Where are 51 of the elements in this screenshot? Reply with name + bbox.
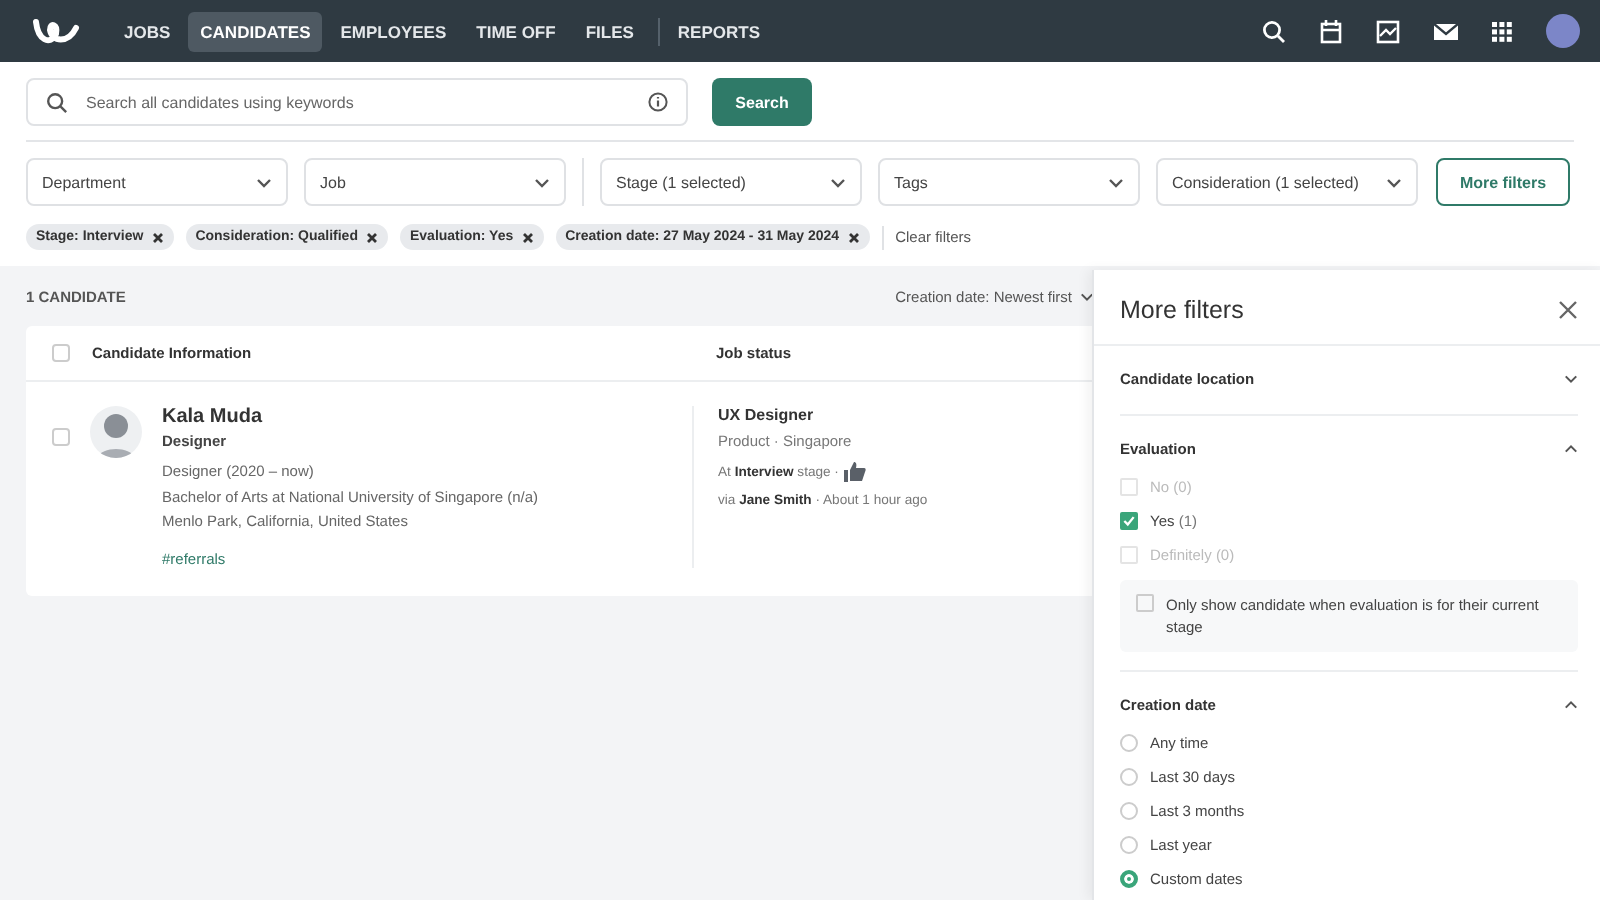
radio-button[interactable] — [1120, 734, 1138, 752]
close-icon[interactable] — [365, 231, 378, 243]
filter-dropdown[interactable]: Department — [26, 158, 288, 206]
filter-dropdown[interactable]: Job — [304, 158, 566, 206]
chart-icon[interactable] — [1376, 19, 1400, 43]
radio-button[interactable] — [1120, 802, 1138, 820]
close-icon[interactable] — [1558, 300, 1578, 320]
user-avatar[interactable] — [1546, 14, 1580, 48]
checkbox[interactable] — [1136, 594, 1154, 612]
nav-tab[interactable]: EMPLOYEES — [328, 11, 459, 51]
search-button[interactable]: Search — [712, 78, 812, 126]
close-icon[interactable] — [151, 231, 164, 243]
mail-icon[interactable] — [1434, 21, 1458, 41]
close-icon[interactable] — [521, 231, 534, 243]
chevron-down-icon — [1386, 177, 1402, 187]
avatar-silhouette-icon — [90, 406, 142, 458]
filter-dropdown[interactable]: Consideration (1 selected) — [1156, 158, 1418, 206]
chevron-down-icon — [830, 177, 846, 187]
chevron-down-icon — [256, 177, 272, 187]
calendar-icon[interactable] — [1320, 19, 1342, 43]
thumbs-up-icon — [844, 462, 867, 482]
nav-tab[interactable]: FILES — [573, 11, 646, 51]
nav-tab[interactable]: REPORTS — [665, 11, 773, 51]
radio-button[interactable] — [1120, 768, 1138, 786]
nav-tab[interactable]: JOBS — [112, 11, 183, 51]
filter-dropdown[interactable]: Tags — [878, 158, 1140, 206]
chevron-up-icon — [1564, 444, 1578, 454]
logo-icon[interactable] — [32, 15, 84, 47]
apps-grid-icon[interactable] — [1492, 21, 1512, 41]
search-field[interactable]: Search all candidates using keywords — [26, 78, 688, 126]
search-icon — [46, 92, 68, 114]
nav-tab[interactable]: CANDIDATES — [188, 11, 323, 51]
nav-tab[interactable]: TIME OFF — [464, 11, 568, 51]
info-icon[interactable] — [648, 92, 668, 112]
select-all-checkbox[interactable] — [52, 344, 70, 362]
row-checkbox[interactable] — [52, 428, 70, 446]
checkbox[interactable] — [1120, 512, 1138, 530]
filter-dropdown[interactable]: Stage (1 selected) — [600, 158, 862, 206]
radio-button[interactable] — [1120, 836, 1138, 854]
job-title[interactable]: UX Designer — [718, 406, 928, 424]
chevron-up-icon — [1564, 700, 1578, 710]
chevron-down-icon — [1080, 291, 1094, 301]
panel-title: More filters — [1120, 296, 1244, 324]
chevron-down-icon — [1108, 177, 1124, 187]
chevron-down-icon — [1564, 374, 1578, 384]
candidate-name[interactable]: Kala Muda — [162, 406, 692, 428]
radio-button[interactable] — [1120, 870, 1138, 888]
close-icon[interactable] — [847, 231, 860, 243]
search-icon[interactable] — [1262, 19, 1286, 43]
more-filters-button[interactable]: More filters — [1436, 158, 1570, 206]
chevron-down-icon — [534, 177, 550, 187]
